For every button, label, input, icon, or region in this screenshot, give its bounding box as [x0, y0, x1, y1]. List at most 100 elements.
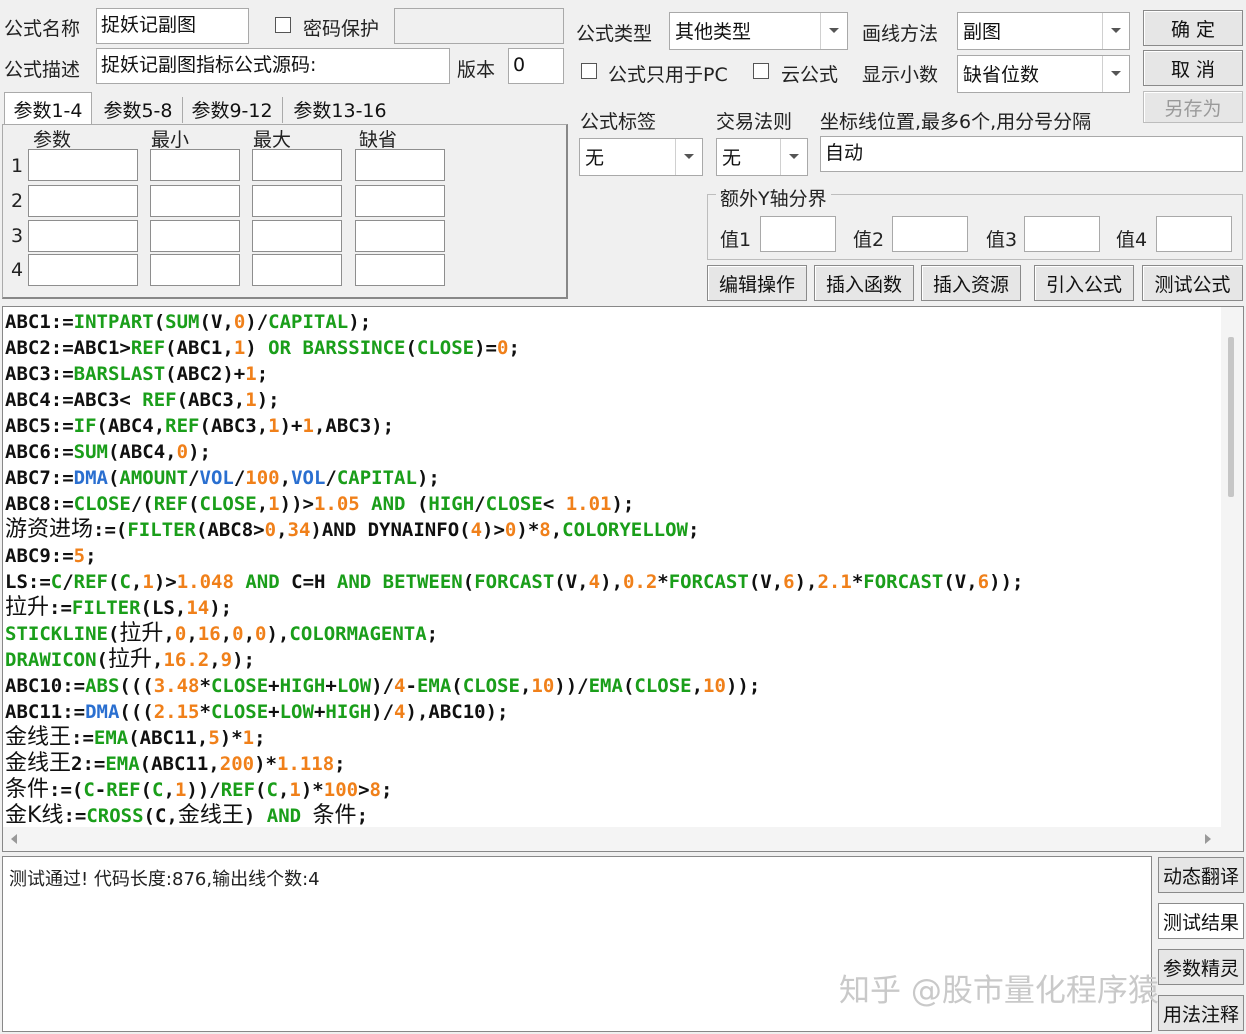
- code-token: :=: [63, 805, 87, 827]
- test-formula-button[interactable]: 测试公式: [1142, 265, 1243, 301]
- chevron-down-icon[interactable]: [1102, 13, 1129, 49]
- code-token: +: [268, 675, 280, 697]
- code-token: ,: [163, 623, 175, 645]
- save-as-button[interactable]: 另存为: [1143, 91, 1243, 123]
- code-token: ABC11:=: [5, 701, 86, 723]
- code-token: ,: [256, 493, 269, 515]
- code-token: C: [50, 571, 63, 593]
- code-token: )AND DYNAINFO(: [310, 519, 471, 541]
- tab-params-9-12[interactable]: 参数9-12: [184, 92, 280, 126]
- y-value-1-input[interactable]: [760, 216, 836, 252]
- chevron-down-icon[interactable]: [675, 139, 702, 175]
- draw-method-select[interactable]: 副图: [957, 12, 1130, 50]
- chevron-down-icon[interactable]: [780, 139, 807, 175]
- code-token: 1: [268, 493, 280, 515]
- y-value-2-label: 值2: [853, 229, 885, 251]
- code-line: ABC1:=INTPART(SUM(V,0)/CAPITAL);: [5, 309, 1219, 335]
- param-1-min-input[interactable]: [150, 149, 240, 181]
- version-input[interactable]: 0: [508, 48, 564, 84]
- decimal-select[interactable]: 缺省位数: [957, 55, 1130, 93]
- import-formula-button[interactable]: 引入公式: [1034, 265, 1134, 301]
- code-editor[interactable]: ABC1:=INTPART(SUM(V,0)/CAPITAL); ABC2:=AB…: [2, 306, 1244, 852]
- code-token: (: [96, 649, 108, 671]
- code-token: ,: [186, 623, 198, 645]
- param-4-min-input[interactable]: [150, 254, 240, 286]
- code-token: SUM: [165, 311, 200, 333]
- param-3-max-input[interactable]: [252, 220, 342, 252]
- code-lines: ABC1:=INTPART(SUM(V,0)/CAPITAL); ABC2:=AB…: [5, 309, 1219, 829]
- code-token: )=: [474, 337, 497, 359]
- param-1-default-input[interactable]: [355, 149, 445, 181]
- formula-desc-input[interactable]: 捉妖记副图指标公式源码:: [96, 48, 450, 84]
- code-token: C: [119, 571, 131, 593]
- code-token: 游资进场: [5, 517, 94, 542]
- code-token: 1: [174, 779, 187, 801]
- formula-name-input[interactable]: 捉妖记副图: [96, 8, 249, 44]
- password-checkbox[interactable]: [275, 17, 291, 33]
- param-2-name-input[interactable]: [28, 185, 138, 217]
- decimal-value: 缺省位数: [963, 64, 1040, 86]
- code-token: 1.05: [313, 493, 360, 515]
- code-token: ;: [85, 545, 97, 567]
- code-token: COLORYELLOW: [562, 519, 689, 541]
- pc-only-checkbox[interactable]: [581, 63, 597, 79]
- code-token: ;: [254, 727, 266, 749]
- code-token: /: [325, 467, 337, 489]
- param-1-max-input[interactable]: [252, 149, 342, 181]
- edit-ops-button[interactable]: 编辑操作: [707, 265, 807, 301]
- coord-line-input[interactable]: 自动: [820, 136, 1243, 172]
- code-token: (((: [119, 675, 154, 697]
- tab-params-13-16[interactable]: 参数13-16: [284, 92, 396, 126]
- y-value-4-input[interactable]: [1156, 216, 1232, 252]
- code-token: 14: [186, 597, 210, 619]
- test-result-button[interactable]: 测试结果: [1158, 903, 1244, 939]
- param-4-default-input[interactable]: [355, 254, 445, 286]
- code-token: ,: [243, 623, 256, 645]
- chevron-down-icon[interactable]: [1102, 56, 1129, 92]
- code-token: 0: [497, 337, 509, 359]
- param-2-min-input[interactable]: [150, 185, 240, 217]
- scroll-right-icon[interactable]: [1203, 833, 1213, 845]
- tab-params-5-8[interactable]: 参数5-8: [96, 92, 180, 126]
- param-4-name-input[interactable]: [28, 254, 138, 286]
- param-3-name-input[interactable]: [28, 220, 138, 252]
- param-1-name-input[interactable]: [28, 149, 138, 181]
- y-value-2-input[interactable]: [892, 216, 968, 252]
- scroll-left-icon[interactable]: [9, 833, 19, 845]
- param-header-min: 最小: [151, 129, 190, 151]
- formula-tag-select[interactable]: 无: [579, 138, 703, 176]
- code-token: ABC4:=ABC3<: [5, 389, 143, 411]
- code-token: (C,: [143, 805, 178, 827]
- tab-params-1-4[interactable]: 参数1-4: [4, 92, 92, 126]
- dynamic-translate-button[interactable]: 动态翻译: [1158, 857, 1244, 893]
- formula-type-select[interactable]: 其他类型: [669, 12, 848, 50]
- formula-type-value: 其他类型: [675, 21, 752, 43]
- code-token: 金线王: [177, 803, 244, 828]
- code-token: IF: [73, 415, 97, 437]
- param-wizard-button[interactable]: 参数精灵: [1158, 949, 1244, 985]
- cloud-checkbox[interactable]: [753, 63, 769, 79]
- code-token: 10: [703, 675, 726, 697]
- scrollbar-thumb[interactable]: [1228, 337, 1234, 497]
- code-token: )*: [254, 753, 277, 775]
- cancel-button[interactable]: 取 消: [1143, 50, 1243, 86]
- code-token: 5: [73, 545, 86, 567]
- password-input[interactable]: [394, 8, 564, 44]
- param-3-default-input[interactable]: [355, 220, 445, 252]
- insert-resource-button[interactable]: 插入资源: [921, 265, 1021, 301]
- param-4-max-input[interactable]: [252, 254, 342, 286]
- param-2-max-input[interactable]: [252, 185, 342, 217]
- insert-function-button[interactable]: 插入函数: [814, 265, 914, 301]
- code-token: /(: [130, 493, 154, 515]
- usage-notes-button[interactable]: 用法注释: [1158, 995, 1244, 1031]
- chevron-down-icon[interactable]: [820, 13, 847, 49]
- param-2-default-input[interactable]: [355, 185, 445, 217]
- horizontal-scrollbar[interactable]: [3, 827, 1243, 851]
- trade-rule-select[interactable]: 无: [716, 138, 808, 176]
- code-token: ABC1:=: [5, 311, 74, 333]
- ok-button[interactable]: 确 定: [1143, 10, 1243, 46]
- param-3-min-input[interactable]: [150, 220, 240, 252]
- code-token: HIGH: [428, 493, 475, 515]
- y-value-3-input[interactable]: [1024, 216, 1100, 252]
- vertical-scrollbar[interactable]: [1221, 307, 1243, 827]
